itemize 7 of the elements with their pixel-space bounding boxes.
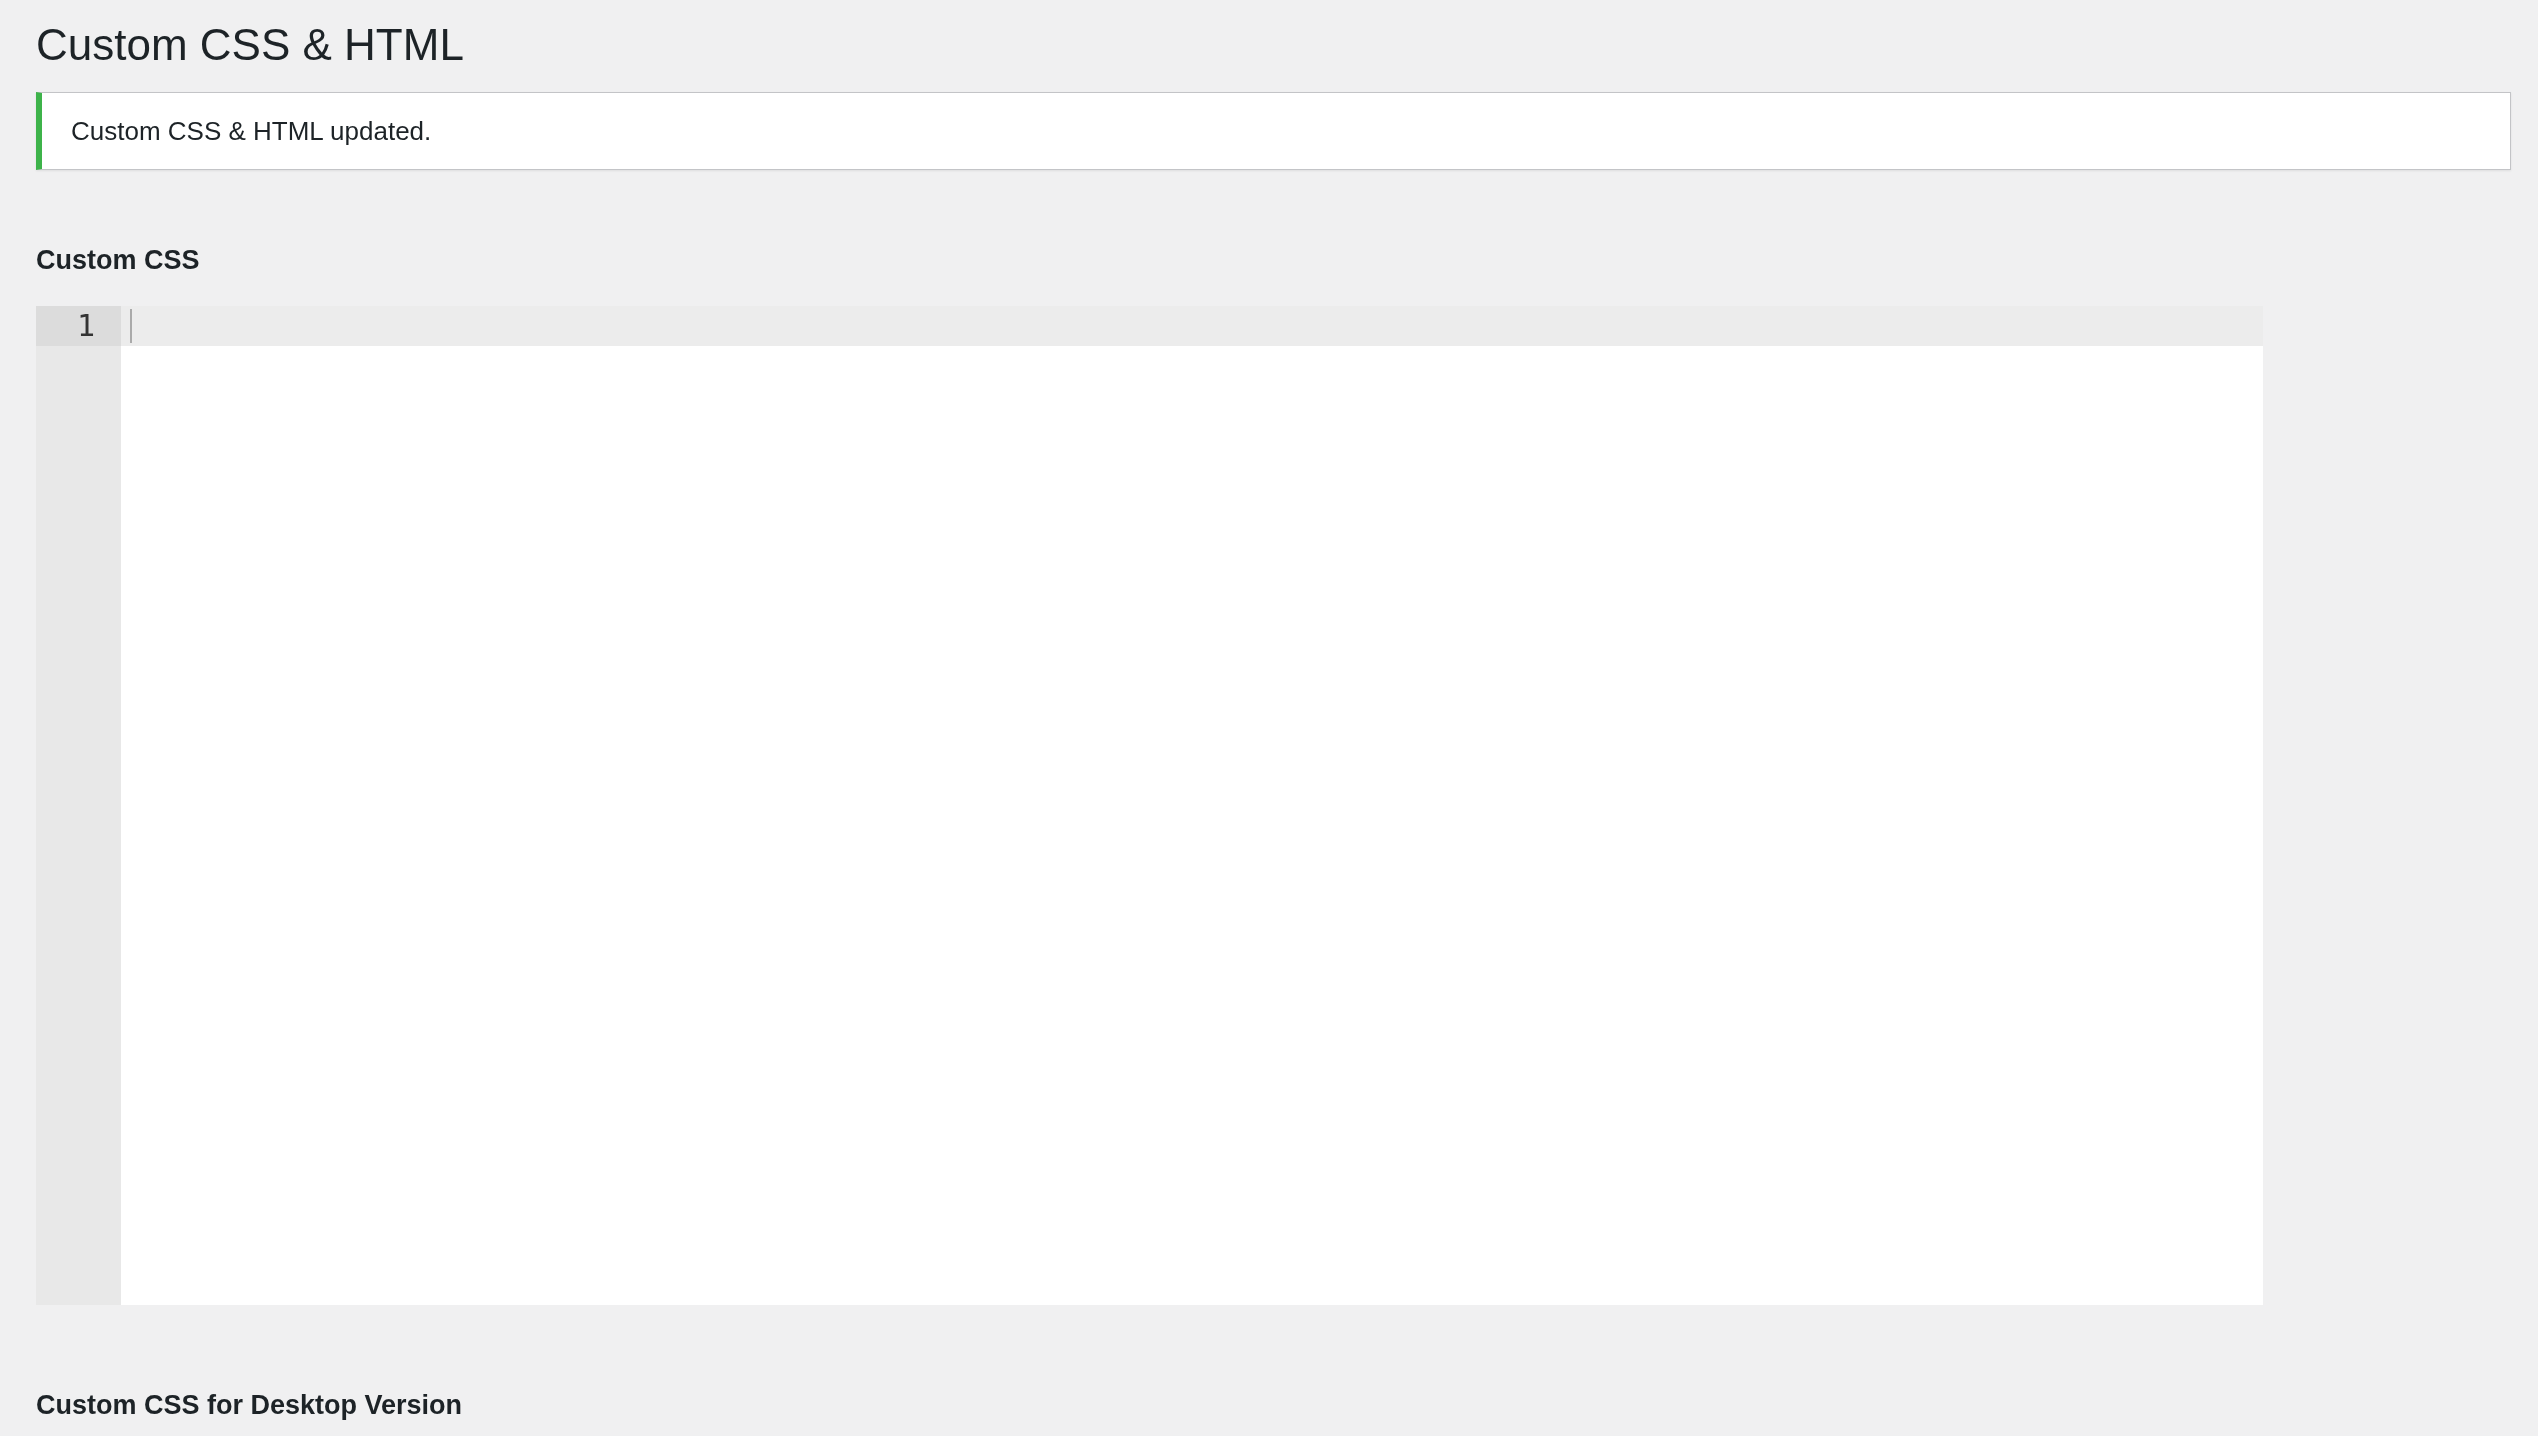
line-number: 1 bbox=[36, 306, 121, 346]
section-heading: Custom CSS for Desktop Version bbox=[36, 1389, 464, 1422]
page-title: Custom CSS & HTML bbox=[36, 19, 465, 71]
code-editor[interactable]: 1 bbox=[36, 306, 2263, 1305]
notice-message: Custom CSS & HTML updated. bbox=[71, 115, 432, 147]
text-cursor-icon bbox=[130, 309, 132, 343]
section-heading: Custom CSS bbox=[36, 244, 201, 277]
